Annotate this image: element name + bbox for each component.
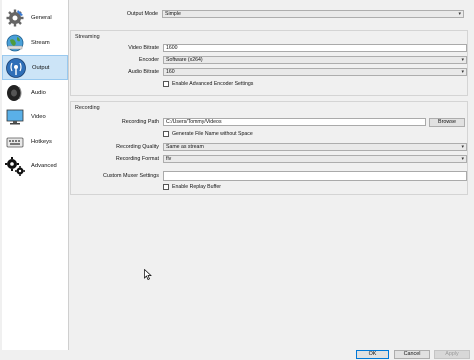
apply-button[interactable]: Apply bbox=[434, 350, 470, 359]
sidebar-item-audio[interactable]: Audio bbox=[2, 80, 68, 105]
recording-quality-select[interactable]: Same as stream ▾ bbox=[163, 143, 467, 151]
recording-path-label: Recording Path bbox=[121, 119, 159, 125]
no-space-label: Generate File Name without Space bbox=[172, 131, 253, 137]
checkbox-box[interactable] bbox=[163, 131, 169, 137]
chevron-down-icon: ▾ bbox=[461, 144, 464, 150]
recording-format-label: Recording Format bbox=[115, 156, 159, 162]
recording-format-value: flv bbox=[166, 156, 172, 162]
video-bitrate-value: 1600 bbox=[166, 45, 178, 51]
audio-bitrate-value: 160 bbox=[166, 69, 175, 75]
recording-quality-value: Same as stream bbox=[166, 144, 204, 150]
gear-icon bbox=[4, 7, 26, 29]
sidebar-item-label: Output bbox=[32, 64, 50, 71]
browse-button[interactable]: Browse bbox=[429, 118, 465, 127]
recording-format-select[interactable]: flv ▾ bbox=[163, 155, 467, 163]
audio-bitrate-label: Audio Bitrate bbox=[128, 69, 159, 75]
checkbox-box[interactable] bbox=[163, 184, 169, 190]
output-mode-select[interactable]: Simple ▾ bbox=[162, 10, 464, 18]
replay-buffer-checkbox[interactable]: Enable Replay Buffer bbox=[163, 184, 221, 190]
keyboard-icon bbox=[4, 131, 26, 153]
sidebar-item-label: General bbox=[31, 14, 52, 21]
replay-buffer-label: Enable Replay Buffer bbox=[172, 184, 221, 190]
chevron-down-icon: ▾ bbox=[461, 57, 464, 63]
sidebar-item-general[interactable]: General bbox=[2, 5, 68, 30]
chevron-down-icon: ▾ bbox=[458, 11, 461, 17]
monitor-icon bbox=[4, 106, 26, 128]
speaker-icon bbox=[4, 82, 26, 104]
globe-icon bbox=[4, 32, 26, 54]
sidebar-item-hotkeys[interactable]: Hotkeys bbox=[2, 129, 68, 154]
recording-group-title: Recording bbox=[75, 105, 100, 111]
output-mode-label: Output Mode bbox=[126, 11, 158, 17]
antenna-icon bbox=[5, 57, 27, 79]
video-bitrate-label: Video Bitrate bbox=[128, 45, 159, 51]
advanced-encoder-label: Enable Advanced Encoder Settings bbox=[172, 81, 254, 87]
custom-muxer-input[interactable] bbox=[163, 171, 467, 181]
gears-icon bbox=[4, 155, 26, 177]
sidebar-item-label: Advanced bbox=[31, 162, 57, 169]
cancel-button[interactable]: Cancel bbox=[394, 350, 430, 359]
custom-muxer-label: Custom Muxer Settings bbox=[102, 173, 159, 179]
settings-main-panel: Output Mode Simple ▾ Streaming Video Bit… bbox=[70, 0, 474, 350]
recording-quality-label: Recording Quality bbox=[116, 144, 159, 150]
sidebar-item-advanced[interactable]: Advanced bbox=[2, 153, 68, 178]
chevron-down-icon: ▾ bbox=[461, 156, 464, 162]
sidebar-item-label: Audio bbox=[31, 89, 46, 96]
advanced-encoder-checkbox[interactable]: Enable Advanced Encoder Settings bbox=[163, 81, 253, 87]
checkbox-box[interactable] bbox=[163, 81, 169, 87]
mouse-cursor-icon bbox=[144, 269, 152, 280]
sidebar-item-stream[interactable]: Stream bbox=[2, 30, 68, 55]
ok-button[interactable]: OK bbox=[356, 350, 389, 359]
streaming-group-title: Streaming bbox=[75, 34, 100, 40]
sidebar-item-label: Stream bbox=[31, 39, 50, 46]
settings-sidebar: General Stream Output Audio Video Hotkey… bbox=[2, 0, 69, 360]
dialog-button-bar: OK Cancel Apply bbox=[0, 350, 474, 360]
sidebar-item-video[interactable]: Video bbox=[2, 104, 68, 129]
audio-bitrate-select[interactable]: 160 ▾ bbox=[163, 68, 467, 76]
recording-group: Recording Recording Path C:/Users/Tommy/… bbox=[70, 101, 468, 195]
sidebar-item-label: Hotkeys bbox=[31, 138, 52, 145]
encoder-select[interactable]: Software (x264) ▾ bbox=[163, 56, 467, 64]
sidebar-item-output[interactable]: Output bbox=[2, 55, 68, 80]
chevron-down-icon: ▾ bbox=[461, 69, 464, 75]
recording-path-input[interactable]: C:/Users/Tommy/Videos bbox=[163, 118, 426, 126]
output-mode-value: Simple bbox=[165, 11, 181, 17]
no-space-checkbox[interactable]: Generate File Name without Space bbox=[163, 131, 253, 137]
encoder-label: Encoder bbox=[138, 57, 159, 63]
encoder-value: Software (x264) bbox=[166, 57, 203, 63]
sidebar-item-label: Video bbox=[31, 113, 46, 120]
streaming-group: Streaming Video Bitrate 1600 Encoder Sof… bbox=[70, 30, 468, 96]
recording-path-value: C:/Users/Tommy/Videos bbox=[166, 119, 222, 125]
video-bitrate-input[interactable]: 1600 bbox=[163, 44, 467, 52]
